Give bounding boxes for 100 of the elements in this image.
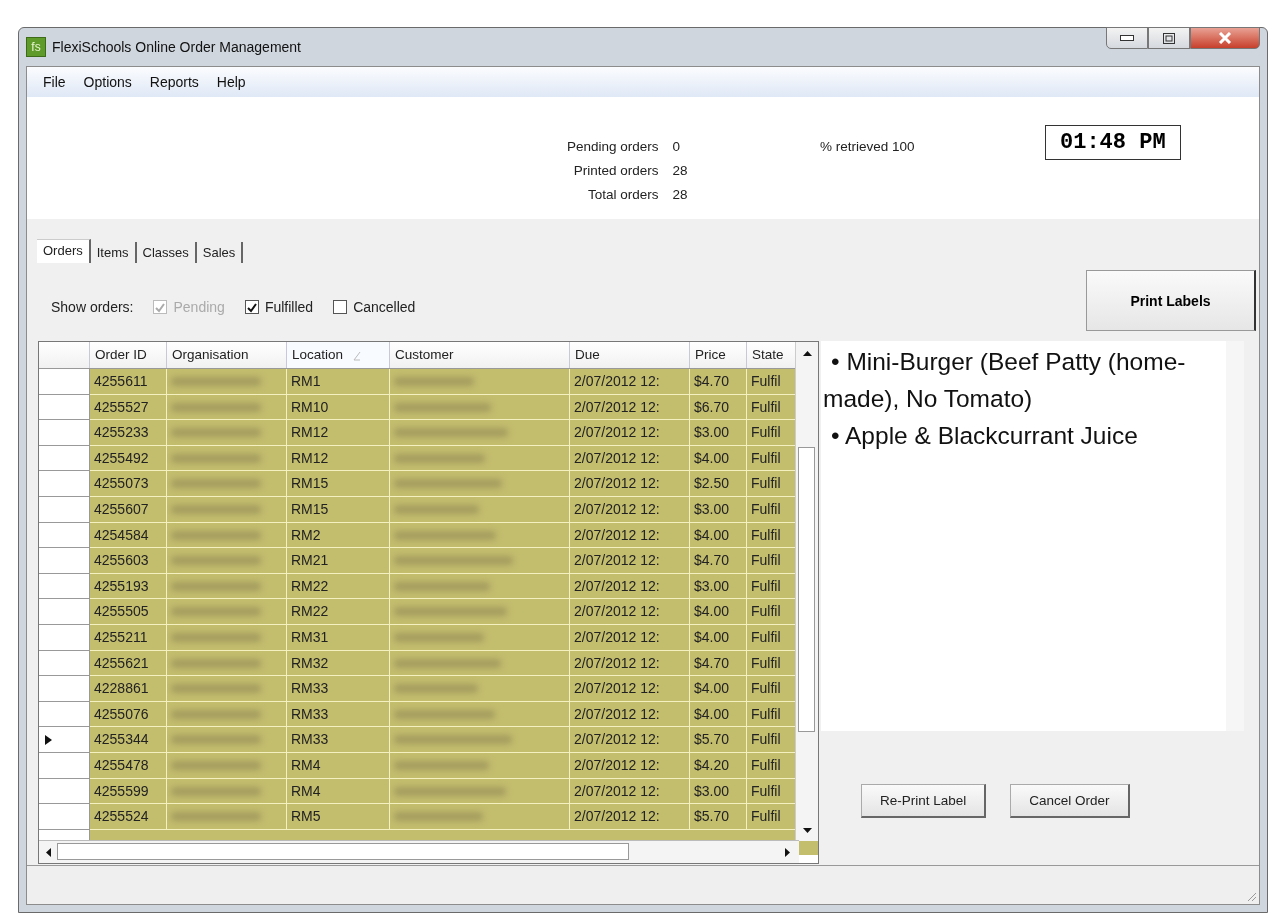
- filter-checkbox[interactable]: Cancelled: [333, 299, 416, 315]
- column-header[interactable]: Order ID: [90, 342, 167, 368]
- table-cell: $3.00: [690, 420, 747, 446]
- column-header[interactable]: Customer: [390, 342, 570, 368]
- table-cell: RM4: [287, 778, 390, 805]
- table-cell: 4255603: [90, 548, 167, 574]
- table-cell: 2/07/2012 12:: [570, 778, 690, 805]
- stat-value: 0: [672, 138, 682, 156]
- table-cell: $4.00: [690, 676, 747, 702]
- tab[interactable]: Orders: [37, 239, 91, 263]
- table-cell: $3.00: [690, 573, 747, 600]
- table-cell: RM21: [287, 548, 390, 574]
- print-labels-button[interactable]: Print Labels: [1086, 270, 1256, 331]
- table-cell: Fulfil: [747, 727, 797, 753]
- table-cell: 4255478: [90, 752, 167, 779]
- column-header[interactable]: Location: [287, 342, 390, 368]
- table-cell: 2/07/2012 12:: [570, 420, 690, 446]
- table-cell: 4255621: [90, 650, 167, 677]
- table-cell: RM12: [287, 445, 390, 472]
- horizontal-scrollbar[interactable]: [39, 840, 799, 863]
- table-cell: Fulfil: [747, 420, 797, 446]
- app-logo: fs: [26, 37, 46, 57]
- table-cell: $4.00: [690, 522, 747, 549]
- table-cell: 4255505: [90, 599, 167, 625]
- table-cell: Fulfil: [747, 676, 797, 702]
- table-cell: Fulfil: [747, 369, 797, 395]
- table-cell: 4255599: [90, 778, 167, 805]
- retrieved-text: % retrieved 100: [820, 139, 915, 154]
- table-cell: 4255233: [90, 420, 167, 446]
- table-cell: $4.00: [690, 624, 747, 651]
- stat-label: Total orders: [587, 186, 659, 204]
- sort-icon: [353, 351, 362, 361]
- tab[interactable]: Classes: [136, 242, 197, 263]
- minimize-button[interactable]: [1106, 27, 1148, 49]
- column-header[interactable]: Due: [570, 342, 690, 368]
- table-cell: $4.70: [690, 548, 747, 574]
- menu-item[interactable]: Options: [75, 71, 140, 93]
- table-cell: 2/07/2012 12:: [570, 573, 690, 600]
- table-cell: 4255607: [90, 496, 167, 523]
- vertical-scrollbar[interactable]: [795, 342, 818, 841]
- action-button[interactable]: Re-Print Label: [861, 784, 987, 818]
- close-icon: [1218, 32, 1232, 44]
- table-cell: $4.70: [690, 369, 747, 395]
- table-cell: $5.70: [690, 727, 747, 753]
- clock-display: 01:48 PM: [1045, 125, 1181, 160]
- resize-grip-icon[interactable]: [1245, 890, 1257, 902]
- table-cell: $2.50: [690, 471, 747, 497]
- table-cell: 2/07/2012 12:: [570, 496, 690, 523]
- table-cell: $4.20: [690, 752, 747, 779]
- window-title: FlexiSchools Online Order Management: [52, 39, 301, 55]
- table-cell: RM1: [287, 369, 390, 395]
- current-row-icon: [45, 734, 52, 745]
- table-cell: 4254584: [90, 522, 167, 549]
- table-cell: 4255527: [90, 394, 167, 421]
- menu-item[interactable]: Reports: [141, 71, 207, 93]
- table-cell: RM10: [287, 394, 390, 421]
- maximize-button[interactable]: [1148, 27, 1190, 49]
- minimize-icon: [1120, 35, 1134, 41]
- table-cell: 4255344: [90, 727, 167, 753]
- action-button[interactable]: Cancel Order: [1010, 784, 1130, 818]
- table-cell: Fulfil: [747, 804, 797, 830]
- close-button[interactable]: [1190, 27, 1260, 49]
- table-cell: 4255524: [90, 804, 167, 830]
- table-cell: 4255076: [90, 701, 167, 728]
- tab[interactable]: Sales: [196, 242, 244, 263]
- table-cell: 2/07/2012 12:: [570, 650, 690, 677]
- table-cell: $3.00: [690, 778, 747, 805]
- table-cell: RM5: [287, 804, 390, 830]
- menu-item[interactable]: Help: [208, 71, 254, 93]
- table-cell: Fulfil: [747, 599, 797, 625]
- table-cell: 2/07/2012 12:: [570, 471, 690, 497]
- menu-item[interactable]: File: [35, 71, 74, 93]
- table-cell: RM12: [287, 420, 390, 446]
- tab[interactable]: Items: [90, 242, 137, 263]
- table-cell: RM32: [287, 650, 390, 677]
- filter-checkbox[interactable]: Fulfilled: [244, 299, 314, 315]
- checkmark-icon: [154, 301, 167, 313]
- table-cell: RM33: [287, 727, 390, 753]
- column-header[interactable]: Price: [690, 342, 747, 368]
- table-cell: 2/07/2012 12:: [570, 522, 690, 549]
- row-header[interactable]: [39, 727, 90, 753]
- table-cell: 4255073: [90, 471, 167, 497]
- table-cell: RM15: [287, 496, 390, 523]
- checkmark-icon: [245, 301, 258, 313]
- table-cell: 2/07/2012 12:: [570, 727, 690, 753]
- table-cell: RM33: [287, 676, 390, 702]
- table-cell: 2/07/2012 12:: [570, 445, 690, 472]
- table-cell: 2/07/2012 12:: [570, 701, 690, 728]
- table-cell: $5.70: [690, 804, 747, 830]
- maximize-icon: [1163, 32, 1175, 44]
- table-cell: 4255211: [90, 624, 167, 651]
- table-cell: 4255492: [90, 445, 167, 472]
- table-cell: RM2: [287, 522, 390, 549]
- order-item-text: • Apple & Blackcurrant Juice: [830, 421, 1139, 451]
- table-cell: 2/07/2012 12:: [570, 369, 690, 395]
- table-cell: RM22: [287, 573, 390, 600]
- table-cell: RM33: [287, 701, 390, 728]
- table-cell: Fulfil: [747, 471, 797, 497]
- table-cell: 4228861: [90, 676, 167, 702]
- table-cell: 2/07/2012 12:: [570, 394, 690, 421]
